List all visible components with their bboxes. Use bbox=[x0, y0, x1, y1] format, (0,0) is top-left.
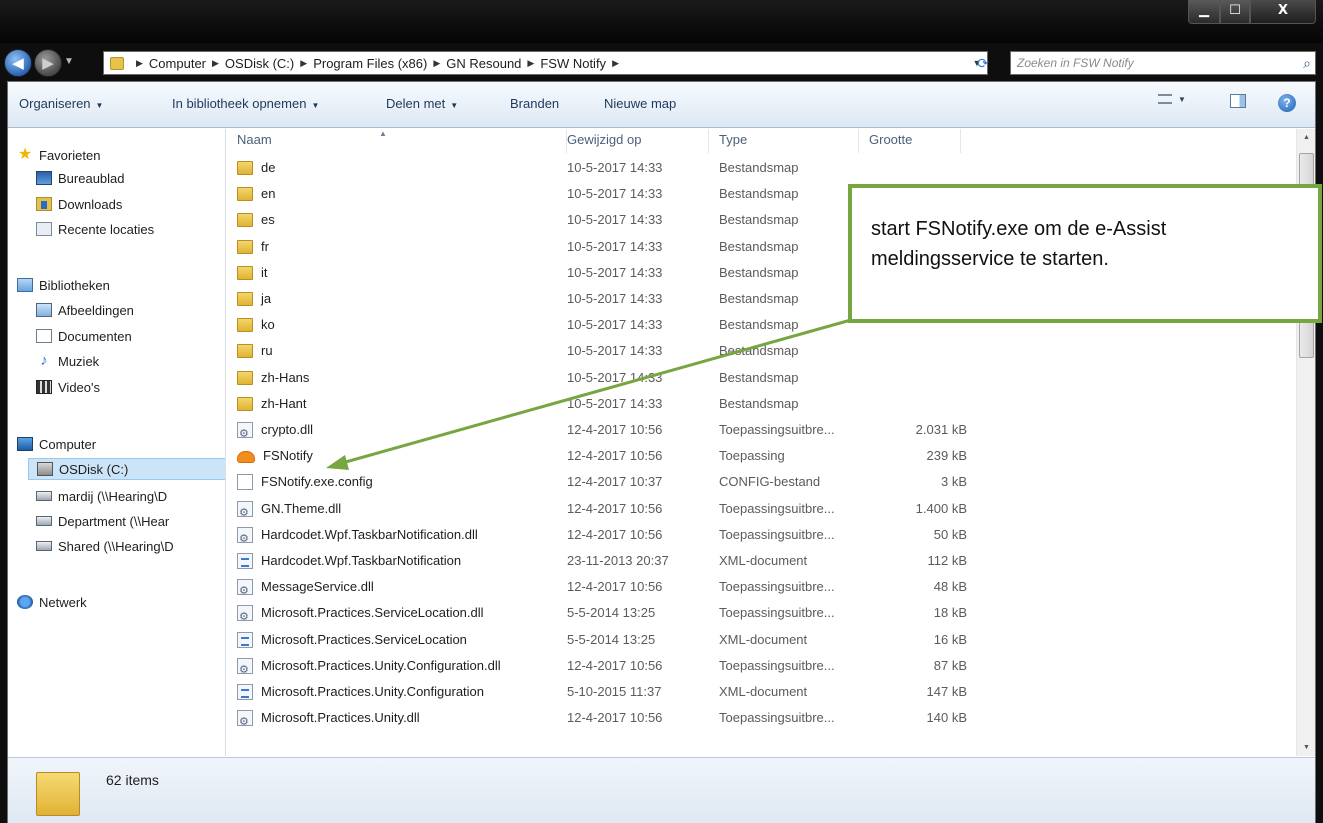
callout-line-2: meldingsservice te starten. bbox=[871, 248, 1109, 270]
arrow-line bbox=[341, 316, 859, 465]
annotation-callout: start FSNotify.exe om de e-Assist meldin… bbox=[848, 184, 1322, 323]
arrow-head-icon bbox=[326, 455, 349, 470]
annotation-arrow bbox=[326, 316, 859, 470]
callout-line-1: start FSNotify.exe om de e-Assist bbox=[871, 218, 1167, 240]
